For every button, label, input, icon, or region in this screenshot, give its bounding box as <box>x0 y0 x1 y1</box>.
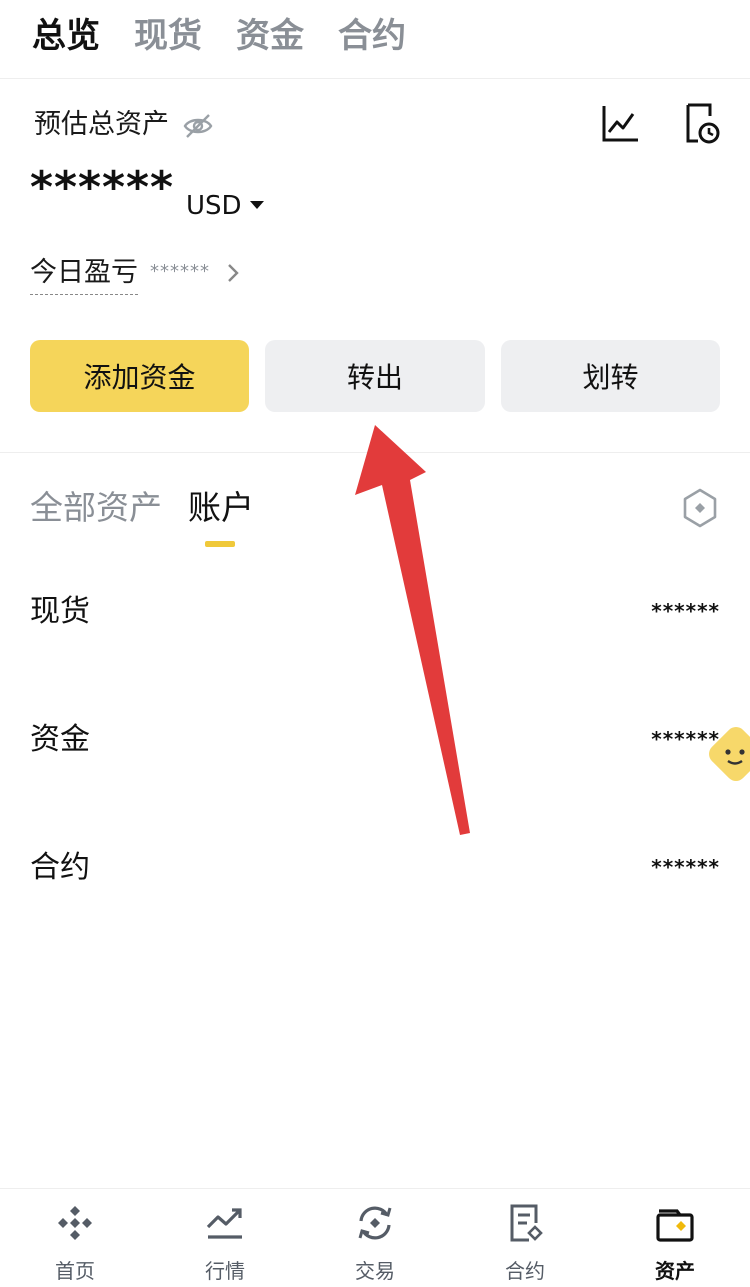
futures-icon <box>510 1204 543 1242</box>
active-tab-indicator <box>205 541 235 547</box>
withdraw-button[interactable]: 转出 <box>265 340 485 412</box>
annotation-arrow <box>355 425 470 835</box>
tab-spot[interactable]: 现货 <box>134 14 202 58</box>
markets-icon <box>206 1208 242 1239</box>
account-row-futures-value: ****** <box>651 855 720 879</box>
bottom-nav-bar: 首页 行情 交易 合约 资产 <box>0 1188 750 1287</box>
account-row-futures-label[interactable]: 合约 <box>30 848 90 888</box>
history-report-icon[interactable] <box>682 102 722 144</box>
nav-futures[interactable]: 合约 <box>450 1189 600 1287</box>
today-pnl-value: ****** <box>150 261 210 282</box>
account-row-spot-value: ****** <box>651 599 720 623</box>
chevron-right-icon[interactable] <box>226 262 240 284</box>
estimated-total-label: 预估总资产 <box>34 109 169 140</box>
nav-home-label: 首页 <box>55 1259 95 1283</box>
currency-selector[interactable]: USD <box>186 189 242 223</box>
tab-all-assets[interactable]: 全部资产 <box>30 486 162 530</box>
nav-markets[interactable]: 行情 <box>150 1189 300 1287</box>
hexagon-settings-icon[interactable] <box>682 488 718 528</box>
tab-funding[interactable]: 资金 <box>236 14 304 58</box>
nav-home[interactable]: 首页 <box>0 1189 150 1287</box>
account-row-spot-label[interactable]: 现货 <box>30 592 90 632</box>
today-pnl-label[interactable]: 今日盈亏 <box>30 254 138 295</box>
nav-trade-label: 交易 <box>355 1259 395 1283</box>
chart-icon[interactable] <box>600 104 640 144</box>
tab-accounts[interactable]: 账户 <box>188 486 254 530</box>
eye-slash-icon[interactable] <box>182 112 214 140</box>
caret-down-icon[interactable] <box>250 200 264 210</box>
nav-markets-label: 行情 <box>205 1259 245 1283</box>
nav-assets-label: 资产 <box>655 1259 695 1283</box>
trade-icon <box>358 1206 392 1240</box>
wallet-icon <box>656 1209 694 1242</box>
assistant-bubble-icon[interactable] <box>704 724 750 796</box>
home-icon <box>58 1206 92 1240</box>
nav-assets[interactable]: 资产 <box>600 1189 750 1287</box>
account-row-funding-label[interactable]: 资金 <box>30 720 90 760</box>
nav-futures-label: 合约 <box>505 1259 545 1283</box>
total-balance-masked: ****** <box>30 162 175 213</box>
add-funds-button[interactable]: 添加资金 <box>30 340 249 412</box>
tab-overview[interactable]: 总览 <box>32 14 100 58</box>
nav-trade[interactable]: 交易 <box>300 1189 450 1287</box>
tab-futures[interactable]: 合约 <box>338 14 406 58</box>
top-tab-bar: 总览 现货 资金 合约 <box>0 0 750 79</box>
transfer-button[interactable]: 划转 <box>501 340 720 412</box>
